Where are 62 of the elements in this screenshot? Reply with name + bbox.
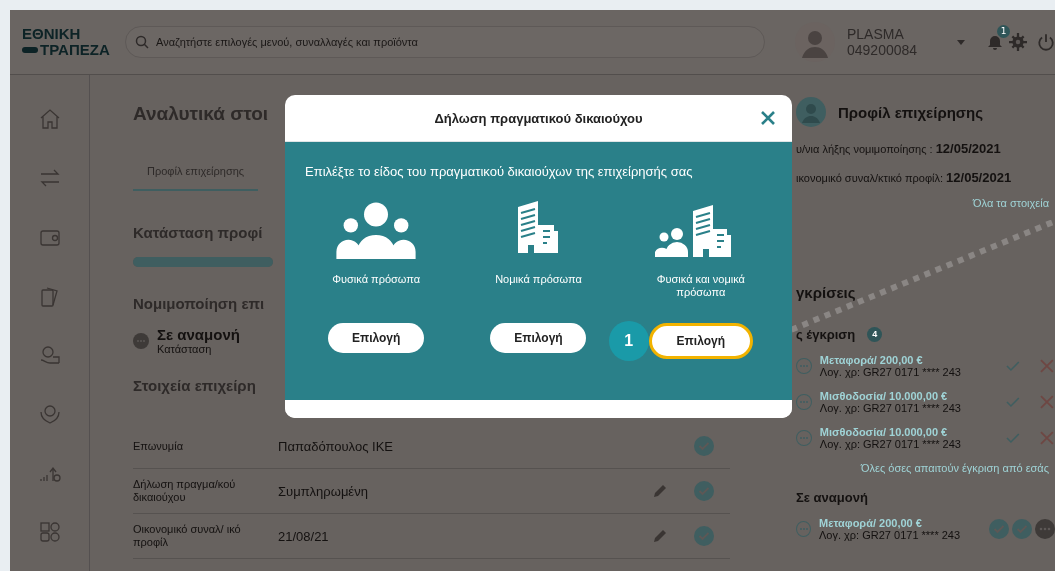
all-details-link[interactable]: Όλα τα στοιχεία bbox=[973, 197, 1049, 209]
page-title: Αναλυτικά στοι bbox=[133, 103, 269, 125]
section-title: Στοιχεία επιχείρη bbox=[133, 377, 256, 394]
select-button[interactable]: Επιλογή bbox=[648, 323, 753, 359]
account-number: Λογ. χρ: GR27 0171 **** 243 bbox=[819, 402, 962, 414]
logo-text: ΤΡΑΠΕΖΑ bbox=[40, 42, 110, 58]
option-label: Φυσικά πρόσωπα bbox=[331, 273, 422, 287]
section-title: Κατάσταση προφί bbox=[133, 224, 263, 241]
profile-avatar-icon bbox=[796, 97, 826, 127]
search-field[interactable]: Αναζητήστε επιλογές μενού, συναλλαγές και προϊόντα bbox=[125, 26, 765, 58]
step-marker: 1 bbox=[608, 321, 649, 361]
check-circle-icon bbox=[989, 519, 1009, 539]
power-icon[interactable] bbox=[1037, 33, 1055, 51]
dialog-title: Δήλωση πραγματικού δικαιούχου bbox=[434, 110, 643, 126]
services-grid-icon[interactable] bbox=[37, 520, 62, 544]
panel-title: Προφίλ επιχείρησης bbox=[838, 103, 984, 121]
account-number: Λογ. χρ: GR27 0171 **** 243 bbox=[819, 366, 962, 378]
select-button[interactable]: Επιλογή bbox=[490, 323, 587, 353]
status-label: Κατάσταση bbox=[157, 343, 212, 355]
reject-x-icon[interactable] bbox=[1039, 430, 1055, 446]
pencil-icon[interactable] bbox=[652, 483, 668, 499]
pending-status-icon bbox=[133, 332, 149, 349]
option-label: Φυσικά και νομικά πρόσωπα bbox=[655, 273, 746, 300]
count-badge: 4 bbox=[867, 327, 883, 342]
reject-x-icon[interactable] bbox=[1039, 358, 1055, 374]
logo-text: ΕΘΝΙΚΗ bbox=[22, 26, 82, 42]
field-value: Συμπληρωμένη bbox=[278, 483, 369, 499]
pencil-icon[interactable] bbox=[652, 528, 668, 544]
field-label: Οικονομικό συναλ/ ικό προφίλ bbox=[133, 523, 242, 549]
user-name: PLASMA bbox=[847, 26, 905, 42]
caret-icon[interactable] bbox=[957, 39, 965, 45]
field-value: 21/08/21 bbox=[278, 528, 330, 544]
field-value: Παπαδόπουλος ΙΚΕ bbox=[278, 438, 394, 454]
transaction-title[interactable]: Μισθοδοσία/ 10.000,00 € bbox=[819, 390, 988, 402]
logo-bar-icon bbox=[22, 47, 38, 53]
field-label: Επωνυμία bbox=[133, 439, 184, 453]
option-label: Νομικά πρόσωπα bbox=[494, 273, 583, 287]
transaction-title[interactable]: Μεταφορά/ 200,00 € bbox=[819, 354, 988, 366]
account-number: Λογ. χρ: GR27 0171 **** 243 bbox=[819, 438, 962, 450]
status-value: Σε αναμονή bbox=[157, 326, 240, 343]
notification-badge: 1 bbox=[997, 25, 1010, 38]
section-title: γκρίσεις bbox=[796, 284, 856, 301]
reject-x-icon[interactable] bbox=[1039, 394, 1055, 410]
subsection-title: ς έγκριση bbox=[796, 327, 856, 342]
subsection-title: Σε αναμονή bbox=[796, 490, 868, 505]
transaction-title[interactable]: Μεταφορά/ 200,00 € bbox=[819, 517, 977, 529]
user-id: 049200084 bbox=[847, 42, 919, 58]
close-icon[interactable] bbox=[760, 110, 776, 126]
transaction-title[interactable]: Μισθοδοσία/ 10.000,00 € bbox=[819, 426, 988, 438]
search-icon bbox=[135, 35, 149, 49]
select-button[interactable]: Επιλογή bbox=[328, 323, 425, 353]
profile-info-line: υ/νια λήξης νομιμοποίησης : 12/05/2021 bbox=[796, 141, 1002, 156]
profile-info-line: ικονομικό συναλ/κτικό προφίλ: 12/05/2021 bbox=[796, 170, 1013, 185]
all-approvals-link[interactable]: Όλες όσες απαιτούν έγκριση από εσάς bbox=[861, 462, 1049, 474]
check-circle-icon bbox=[1012, 519, 1032, 539]
account-number: Λογ. χρ: GR27 0171 **** 243 bbox=[819, 529, 962, 541]
bell-icon[interactable] bbox=[987, 35, 1003, 51]
field-label: Δήλωση πραγμα/κού δικαιούχου bbox=[133, 478, 237, 504]
settings-icon[interactable] bbox=[1009, 33, 1027, 51]
tab[interactable]: Προφίλ επιχείρησης bbox=[133, 155, 259, 191]
dialog-prompt: Επιλέξτε το είδος του πραγματικού δικαιούχων της επιχείρησής σας bbox=[305, 164, 694, 179]
section-title: Νομιμοποίηση επι bbox=[133, 295, 265, 312]
